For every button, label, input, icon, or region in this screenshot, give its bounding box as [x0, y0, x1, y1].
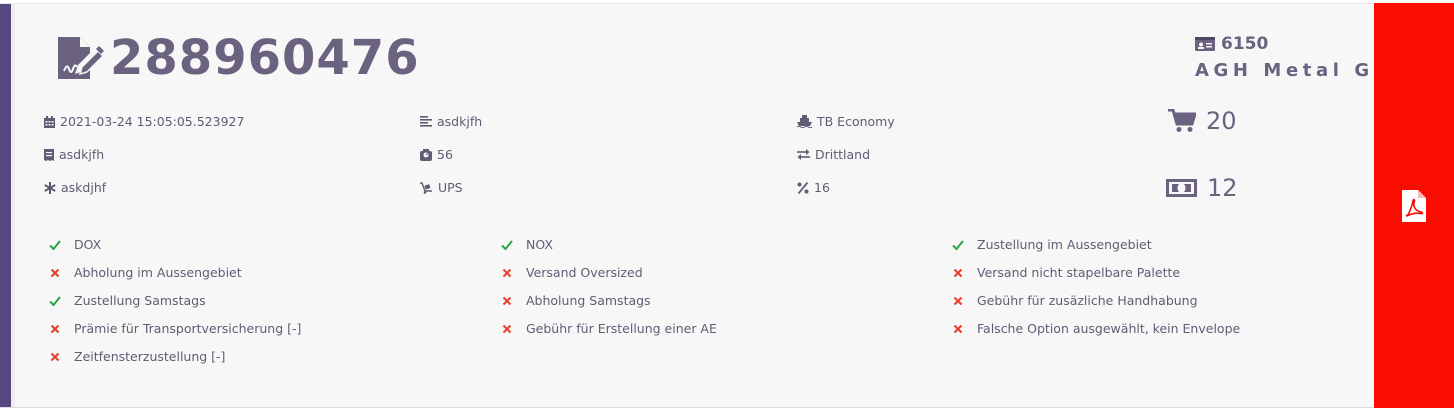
cross-icon — [500, 322, 514, 336]
info-carrier: UPS — [420, 180, 463, 195]
check-icon — [951, 238, 965, 252]
percent-icon — [797, 181, 809, 194]
info-weight: 56 — [420, 147, 453, 162]
option-label: Versand Oversized — [526, 265, 643, 280]
card-accent-bar — [0, 4, 11, 407]
option-item: Abholung Samstags — [500, 293, 651, 308]
option-item: NOX — [500, 237, 553, 252]
cross-icon — [951, 294, 965, 308]
option-label: Zustellung im Aussengebiet — [977, 237, 1152, 252]
info-discount: 16 — [797, 180, 830, 195]
cross-icon — [951, 266, 965, 280]
info-service-value: TB Economy — [817, 114, 895, 129]
dolly-icon — [420, 181, 432, 194]
option-label: DOX — [74, 237, 102, 252]
option-item: Abholung im Aussengebiet — [48, 265, 242, 280]
check-icon — [48, 238, 62, 252]
cross-icon — [48, 266, 62, 280]
option-item: Zustellung im Aussengebiet — [951, 237, 1152, 252]
option-label: Falsche Option ausgewählt, kein Envelope — [977, 321, 1241, 336]
pdf-download-button[interactable] — [1374, 3, 1454, 408]
info-reference-value: asdkjfh — [437, 114, 483, 129]
info-datetime-value: 2021-03-24 15:05:05.523927 — [60, 114, 245, 129]
cross-icon — [48, 350, 62, 364]
option-item: Versand nicht stapelbare Palette — [951, 265, 1180, 280]
cart-count: 20 — [1206, 107, 1237, 135]
info-invoice: asdkjfh — [44, 147, 104, 162]
option-label: Zeitfensterzustellung [-] — [74, 349, 226, 364]
exchange-icon — [797, 149, 810, 160]
order-number: 288960476 — [110, 30, 420, 86]
shopping-cart-icon — [1168, 109, 1196, 132]
order-title: 288960476 — [56, 28, 420, 88]
check-icon — [48, 294, 62, 308]
cross-icon — [500, 294, 514, 308]
info-discount-value: 16 — [814, 180, 830, 195]
weight-icon — [420, 148, 432, 161]
cross-icon — [951, 322, 965, 336]
info-region-value: Drittland — [815, 147, 871, 162]
price-value: 12 — [1207, 174, 1238, 202]
info-service: TB Economy — [797, 114, 895, 129]
option-label: Versand nicht stapelbare Palette — [977, 265, 1181, 280]
info-carrier-value: UPS — [438, 180, 463, 195]
option-label: Abholung Samstags — [526, 293, 651, 308]
check-icon — [500, 238, 514, 252]
option-label: Zustellung Samstags — [74, 293, 206, 308]
company-id: 6150 — [1221, 34, 1269, 54]
money-bill-icon — [1166, 179, 1197, 197]
option-label: Prämie für Transportversicherung [-] — [74, 321, 302, 336]
option-label: Gebühr für Erstellung einer AE — [526, 321, 717, 336]
option-label: Abholung im Aussengebiet — [74, 265, 242, 280]
receipt-icon — [44, 148, 54, 161]
info-datetime: 2021-03-24 15:05:05.523927 — [44, 114, 244, 129]
card-accent-divider — [11, 4, 15, 407]
option-item: DOX — [48, 237, 101, 252]
ship-icon — [797, 115, 812, 128]
info-region: Drittland — [797, 147, 870, 162]
cross-icon — [48, 322, 62, 336]
file-signature-icon — [58, 37, 104, 79]
align-left-icon — [420, 116, 432, 127]
id-card-icon — [1195, 37, 1215, 51]
option-label: Gebühr für zusäzliche Handhabung — [977, 293, 1198, 308]
option-item: Versand Oversized — [500, 265, 643, 280]
company-name: AGH Metal Gr — [1195, 60, 1375, 81]
info-invoice-value: asdkjfh — [59, 147, 105, 162]
cart-stat: 20 — [1168, 107, 1237, 135]
option-item: Prämie für Transportversicherung [-] — [48, 321, 301, 336]
info-reference: asdkjfh — [420, 114, 482, 129]
price-stat: 12 — [1166, 174, 1238, 202]
option-item: Gebühr für zusäzliche Handhabung — [951, 293, 1198, 308]
info-weight-value: 56 — [437, 147, 453, 162]
calendar-icon — [44, 115, 55, 128]
option-item: Zustellung Samstags — [48, 293, 206, 308]
file-pdf-icon — [1402, 189, 1426, 222]
order-card: 288960476 6150 AGH Metal Gr 2021-03-24 1… — [0, 3, 1454, 408]
option-item: Gebühr für Erstellung einer AE — [500, 321, 717, 336]
company-info: 6150 AGH Metal Gr — [1195, 34, 1375, 81]
info-note-value: askdjhf — [61, 180, 107, 195]
option-label: NOX — [526, 237, 553, 252]
info-note: askdjhf — [44, 180, 106, 195]
asterisk-icon — [44, 181, 56, 194]
company-id-row: 6150 — [1195, 34, 1375, 54]
option-item: Zeitfensterzustellung [-] — [48, 349, 225, 364]
cross-icon — [500, 266, 514, 280]
option-item: Falsche Option ausgewählt, kein Envelope — [951, 321, 1240, 336]
